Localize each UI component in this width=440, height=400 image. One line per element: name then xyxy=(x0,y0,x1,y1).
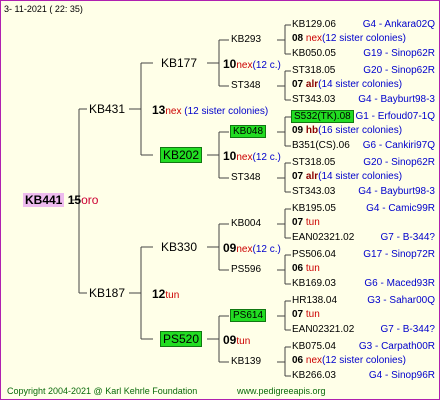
g3-queen[interactable]: PS614 xyxy=(229,309,267,322)
g2-num: 09 xyxy=(223,241,237,255)
g2-queen[interactable]: KB330 xyxy=(161,240,197,254)
g4-top-loc: G1 - Erfoud07-1Q xyxy=(355,111,435,122)
g4-top[interactable]: KB075.04 xyxy=(292,341,336,353)
g2-num: 10 xyxy=(223,149,237,163)
g2-queen[interactable]: PS520 xyxy=(159,331,203,347)
g3-name: PS614 xyxy=(229,309,267,322)
g3-queen[interactable]: KB293 xyxy=(231,34,261,46)
g4-bottom-loc: G4 - Bayburt98-3 xyxy=(358,94,435,105)
g1-name: KB431 xyxy=(89,102,126,116)
g4-bottom[interactable]: EAN02321.02 xyxy=(292,324,354,336)
g4-bottom[interactable]: KB050.05 xyxy=(292,48,336,60)
g4-bottom-loc: G6 - Maced93R xyxy=(364,278,435,289)
root-num: 15 xyxy=(67,193,82,207)
g4-top-loc: G4 - Camic99R xyxy=(366,203,435,214)
g2-name: KB330 xyxy=(161,240,198,254)
g3-num: 10 xyxy=(223,57,237,71)
g4-info: 06 nex(12 sister colonies) xyxy=(292,355,406,366)
g1-suffix: tun xyxy=(165,290,180,301)
g3-name: KB004 xyxy=(231,218,262,229)
g3-name: KB048 xyxy=(229,125,267,138)
g2-suffix: nex xyxy=(236,152,253,163)
g2-name: KB202 xyxy=(159,147,203,163)
g2-queen[interactable]: KB202 xyxy=(159,147,203,163)
g1-name: KB187 xyxy=(89,286,126,300)
g4-info: 09 hb(16 sister colonies) xyxy=(292,125,403,136)
g3-extra: (12 c.) xyxy=(252,60,281,71)
pedigree-frame: 3- 11-2021 ( 22: 35) KB441 15oro KB431 1… xyxy=(0,0,440,400)
g4-info: 07 tun xyxy=(292,309,320,320)
g4-top-loc: G20 - Sinop62R xyxy=(363,65,435,76)
g4-info: 07 tun xyxy=(292,217,320,228)
g4-top[interactable]: ST318.05 xyxy=(292,65,335,77)
site-link[interactable]: www.pedigreeapis.org xyxy=(237,385,326,397)
g4-bottom[interactable]: EAN02321.02 xyxy=(292,232,354,244)
g3-queen[interactable]: ST348 xyxy=(231,80,260,92)
g4-top-loc: G20 - Sinop62R xyxy=(363,157,435,168)
g3-suffix: nex xyxy=(236,60,253,71)
g2-extra: (12 c.) xyxy=(252,244,281,255)
g3-queen[interactable]: KB004 xyxy=(231,218,261,230)
g1-queen[interactable]: KB187 xyxy=(89,286,125,300)
date-stamp: 3- 11-2021 ( 22: 35) xyxy=(4,4,83,14)
g1-extra: (12 sister colonies) xyxy=(184,106,269,117)
g1-suffix: nex xyxy=(165,106,182,117)
g4-top[interactable]: PS506.04 xyxy=(292,249,336,261)
g3-queen[interactable]: PS596 xyxy=(231,264,261,276)
g4-info: 07 alr(14 sister colonies) xyxy=(292,79,403,90)
g4-bottom[interactable]: KB169.03 xyxy=(292,278,336,290)
g1-info: 13nex (12 sister colonies) xyxy=(152,103,268,118)
g3-info: 10nex(12 c.) xyxy=(223,57,281,72)
g2-info: 09tun xyxy=(223,333,250,348)
g3-queen[interactable]: KB048 xyxy=(229,125,267,138)
g3-name: PS596 xyxy=(231,264,262,275)
g2-queen[interactable]: KB177 xyxy=(161,56,197,70)
g4-top[interactable]: KB195.05 xyxy=(292,203,336,215)
g1-num: 13 xyxy=(152,103,166,117)
g2-num: 09 xyxy=(223,333,237,347)
g3-name: ST348 xyxy=(231,80,261,91)
g1-queen[interactable]: KB431 xyxy=(89,102,125,116)
g3-name: ST348 xyxy=(231,172,261,183)
g4-info: 06 tun xyxy=(292,263,320,274)
g1-num: 12 xyxy=(152,287,166,301)
g4-bottom-loc: G7 - B-344? xyxy=(380,324,435,335)
g4-bottom[interactable]: B351(CS).06 xyxy=(292,140,350,152)
g4-bottom[interactable]: ST343.03 xyxy=(292,186,335,198)
g4-top-loc: G3 - Carpath00R xyxy=(358,341,435,352)
g2-suffix: tun xyxy=(236,336,251,347)
g3-name: KB293 xyxy=(231,34,262,45)
copyright-text: Copyright 2004-2021 @ Karl Kehrle Founda… xyxy=(7,386,198,396)
g4-top[interactable]: HR138.04 xyxy=(292,295,337,307)
g4-top-loc: G4 - Ankara02Q xyxy=(362,19,435,30)
g4-bottom-loc: G19 - Sinop62R xyxy=(363,48,435,59)
root-queen[interactable]: KB441 15oro xyxy=(23,193,98,207)
g4-top-loc: G17 - Sinop72R xyxy=(363,249,435,260)
g2-extra: (12 c.) xyxy=(252,152,281,163)
g4-info: 07 alr(14 sister colonies) xyxy=(292,171,403,182)
g4-info: 08 nex(12 sister colonies) xyxy=(292,33,406,44)
g4-bottom-loc: G6 - Cankiri97Q xyxy=(362,140,435,151)
g4-top[interactable]: S532(TK).08 xyxy=(291,110,354,123)
root-suffix: oro xyxy=(81,193,99,207)
g4-top[interactable]: KB129.06 xyxy=(292,19,336,31)
g3-queen[interactable]: ST348 xyxy=(231,172,260,184)
g4-bottom-loc: G7 - B-344? xyxy=(380,232,435,243)
root-name: KB441 xyxy=(23,193,65,207)
g4-top[interactable]: ST318.05 xyxy=(292,157,335,169)
g1-info: 12tun xyxy=(152,287,179,302)
g2-suffix: nex xyxy=(236,244,253,255)
g4-bottom-loc: G4 - Sinop96R xyxy=(368,370,435,381)
g4-bottom-loc: G4 - Bayburt98-3 xyxy=(358,186,435,197)
g2-info: 09nex(12 c.) xyxy=(223,241,281,256)
g3-name: KB139 xyxy=(231,356,262,367)
g4-bottom[interactable]: KB266.03 xyxy=(292,370,336,382)
g3-queen[interactable]: KB139 xyxy=(231,356,261,368)
g2-name: KB177 xyxy=(161,56,198,70)
g4-bottom[interactable]: ST343.03 xyxy=(292,94,335,106)
g4-top-loc: G3 - Sahar00Q xyxy=(367,295,435,306)
g2-name: PS520 xyxy=(159,331,203,347)
g2-info: 10nex(12 c.) xyxy=(223,149,281,164)
